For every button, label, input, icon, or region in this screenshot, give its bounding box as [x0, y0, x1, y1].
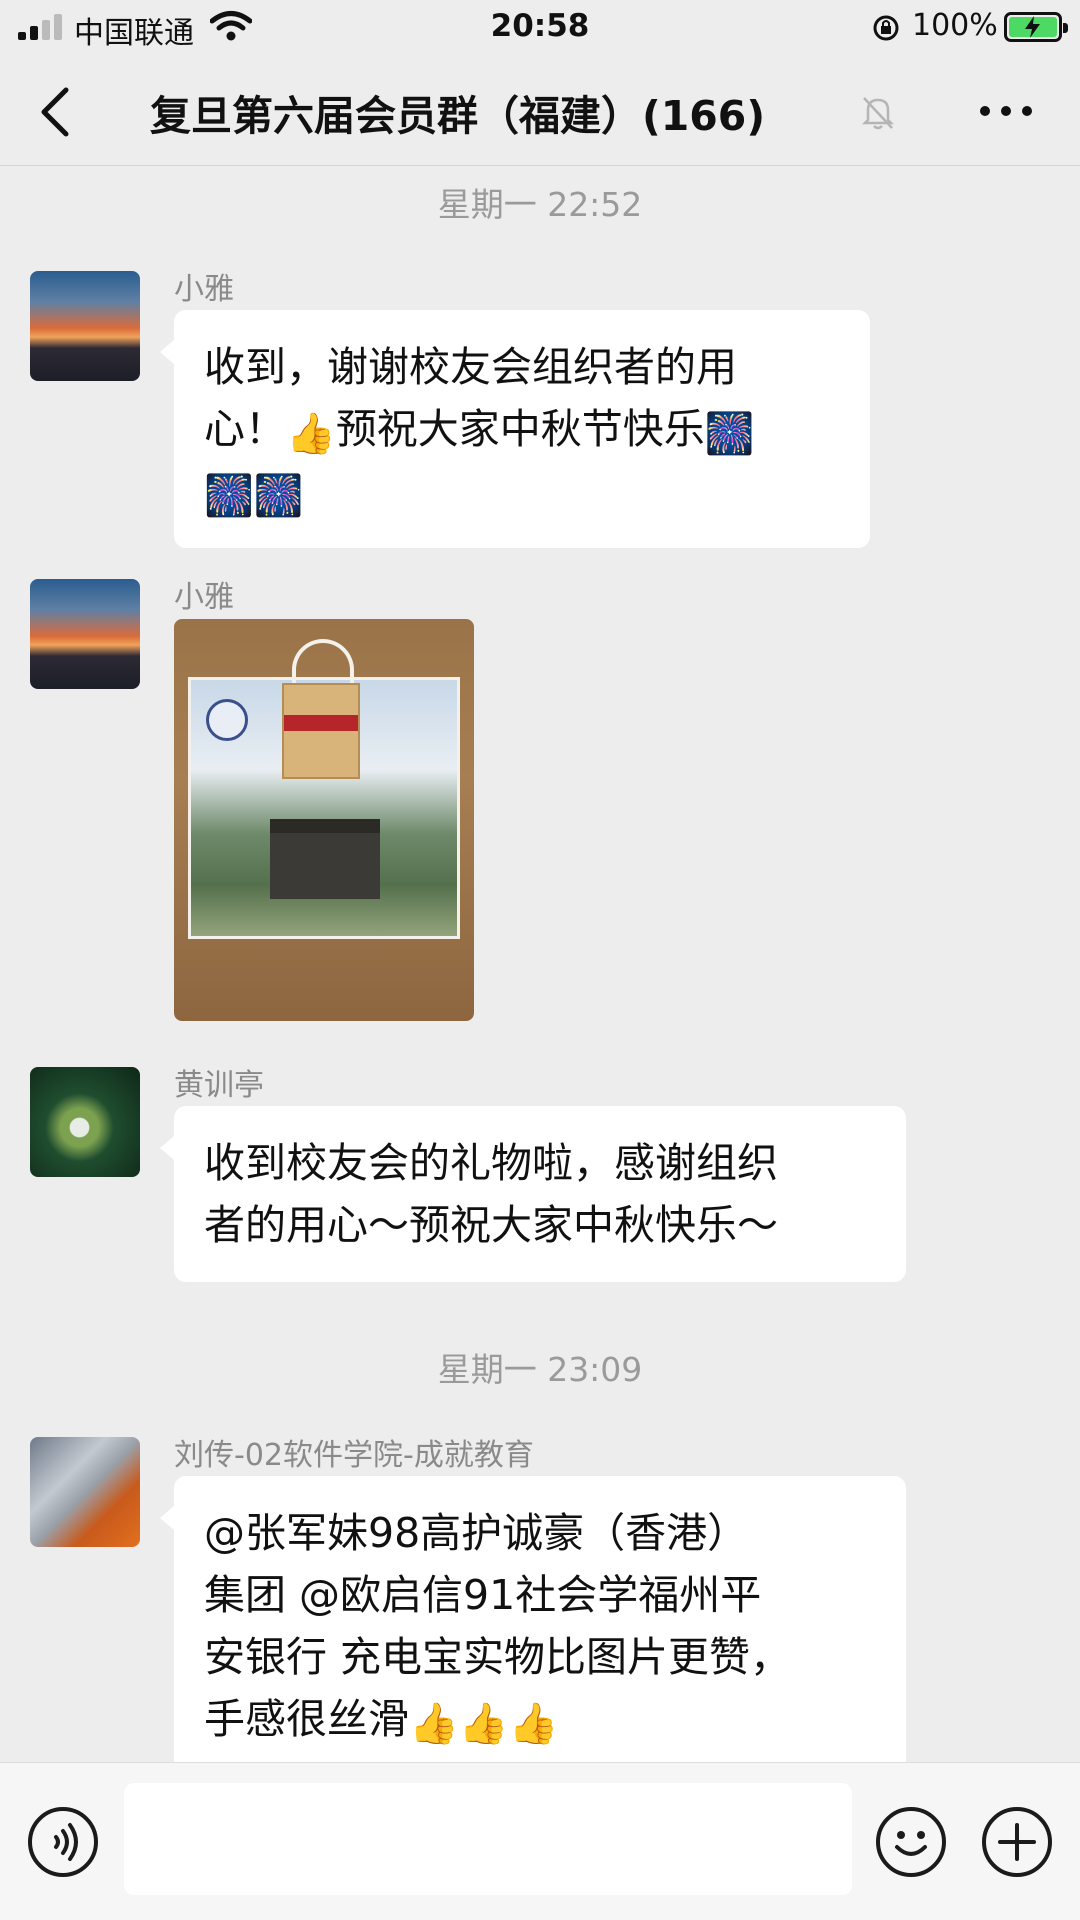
emoji-picker-button[interactable]: [876, 1807, 946, 1877]
plus-icon: [998, 1823, 1036, 1861]
image-message[interactable]: [174, 619, 474, 1021]
message-text-line: 安银行 充电宝实物比图片更赞，: [204, 1633, 792, 1681]
message-text-line: 收到校友会的礼物啦，感谢组织: [204, 1139, 778, 1187]
thumbs-up-emoji: 👍: [458, 1701, 509, 1747]
message-bubble[interactable]: 收到校友会的礼物啦，感谢组织 者的用心～预祝大家中秋快乐～: [160, 1106, 906, 1282]
avatar[interactable]: [30, 1437, 140, 1547]
thumbs-up-emoji: 👍: [286, 411, 336, 457]
back-button[interactable]: [30, 82, 86, 142]
gate-illustration: [270, 819, 380, 899]
message-bubble[interactable]: 收到，谢谢校友会组织者的用 心！👍预祝大家中秋节快乐🎆 🎆🎆: [160, 310, 870, 548]
chat-title: 复旦第六届会员群（福建）(166): [150, 92, 766, 140]
avatar[interactable]: [30, 1067, 140, 1177]
fireworks-emoji: 🎆: [204, 473, 254, 519]
fireworks-emoji: 🎆: [704, 411, 755, 457]
chat-header: 复旦第六届会员群（福建）(166): [0, 56, 1080, 166]
message-text-line: 集团 @欧启信91社会学福州平: [204, 1571, 762, 1619]
chat-timestamp: 星期一 23:09: [437, 1350, 643, 1389]
thumbs-up-emoji: 👍: [508, 1701, 559, 1747]
muted-bell-icon: [861, 97, 895, 130]
message-input-bar: [0, 1762, 1080, 1920]
message-text-line: 手感很丝滑👍👍👍: [204, 1695, 559, 1747]
gift-box-image: [282, 683, 360, 779]
message-text-line: 者的用心～预祝大家中秋快乐～: [204, 1201, 778, 1249]
fireworks-emoji: 🎆: [253, 473, 304, 519]
status-bar: 中国联通 20:58 100%: [0, 0, 1080, 56]
battery-icon: [1004, 12, 1068, 42]
message-text-input[interactable]: [124, 1783, 852, 1895]
message-bubble[interactable]: @张军妹98高护诚豪（香港） 集团 @欧启信91社会学福州平 安银行 充电宝实物…: [160, 1476, 906, 1776]
chat-timestamp: 星期一 22:52: [437, 185, 643, 224]
message-text-line: 心！👍预祝大家中秋节快乐🎆: [204, 405, 755, 457]
smiley-icon: [895, 1831, 927, 1856]
avatar[interactable]: [30, 271, 140, 381]
avatar[interactable]: [30, 579, 140, 689]
message-text-line: @张军妹98高护诚豪（香港）: [204, 1509, 749, 1557]
thumbs-up-emoji: 👍: [409, 1701, 459, 1747]
rotation-lock-icon: [873, 15, 899, 41]
university-seal-icon: [206, 699, 248, 741]
voice-icon: [54, 1823, 78, 1861]
message-text-line: 🎆🎆: [204, 460, 840, 522]
more-options-button[interactable]: [976, 90, 1036, 130]
battery-percentage: 100%: [912, 8, 998, 43]
sender-name: 黄训亭: [174, 1068, 264, 1103]
sender-name: 小雅: [174, 580, 234, 615]
sender-name: 小雅: [174, 272, 234, 307]
message-text-line: 收到，谢谢校友会组织者的用: [204, 343, 737, 391]
voice-input-button[interactable]: [28, 1807, 98, 1877]
sender-name: 刘传-02软件学院-成就教育: [174, 1438, 534, 1473]
more-actions-button[interactable]: [982, 1807, 1052, 1877]
